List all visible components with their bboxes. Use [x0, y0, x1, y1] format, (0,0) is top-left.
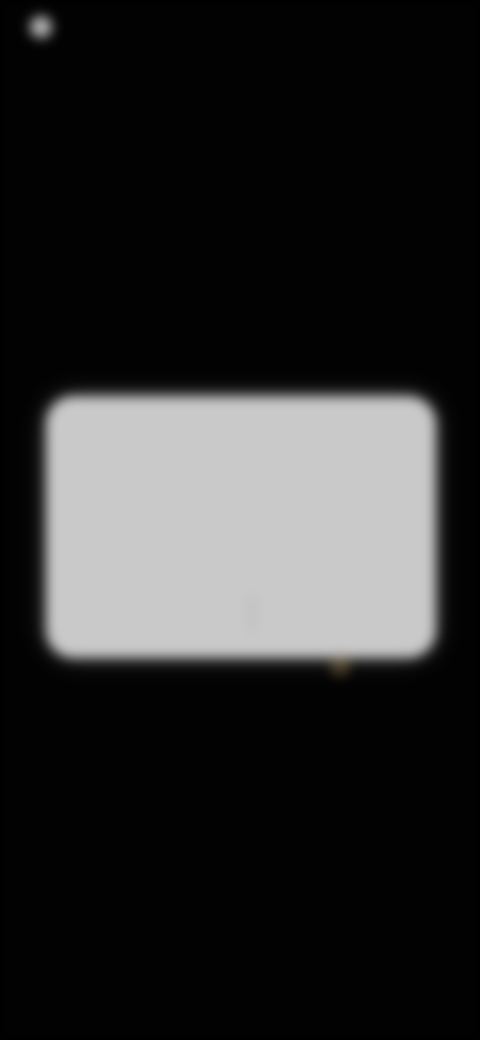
action-divider — [251, 596, 253, 632]
touch-indicator — [330, 656, 350, 676]
status-bar-left — [30, 16, 62, 38]
status-bar — [0, 0, 480, 60]
dialog-actions — [46, 592, 436, 636]
dialog-negative-button[interactable] — [76, 592, 246, 636]
dialog-positive-button[interactable] — [266, 592, 406, 636]
app-icon — [30, 16, 52, 38]
alert-dialog — [46, 396, 436, 658]
screen — [0, 0, 480, 1040]
